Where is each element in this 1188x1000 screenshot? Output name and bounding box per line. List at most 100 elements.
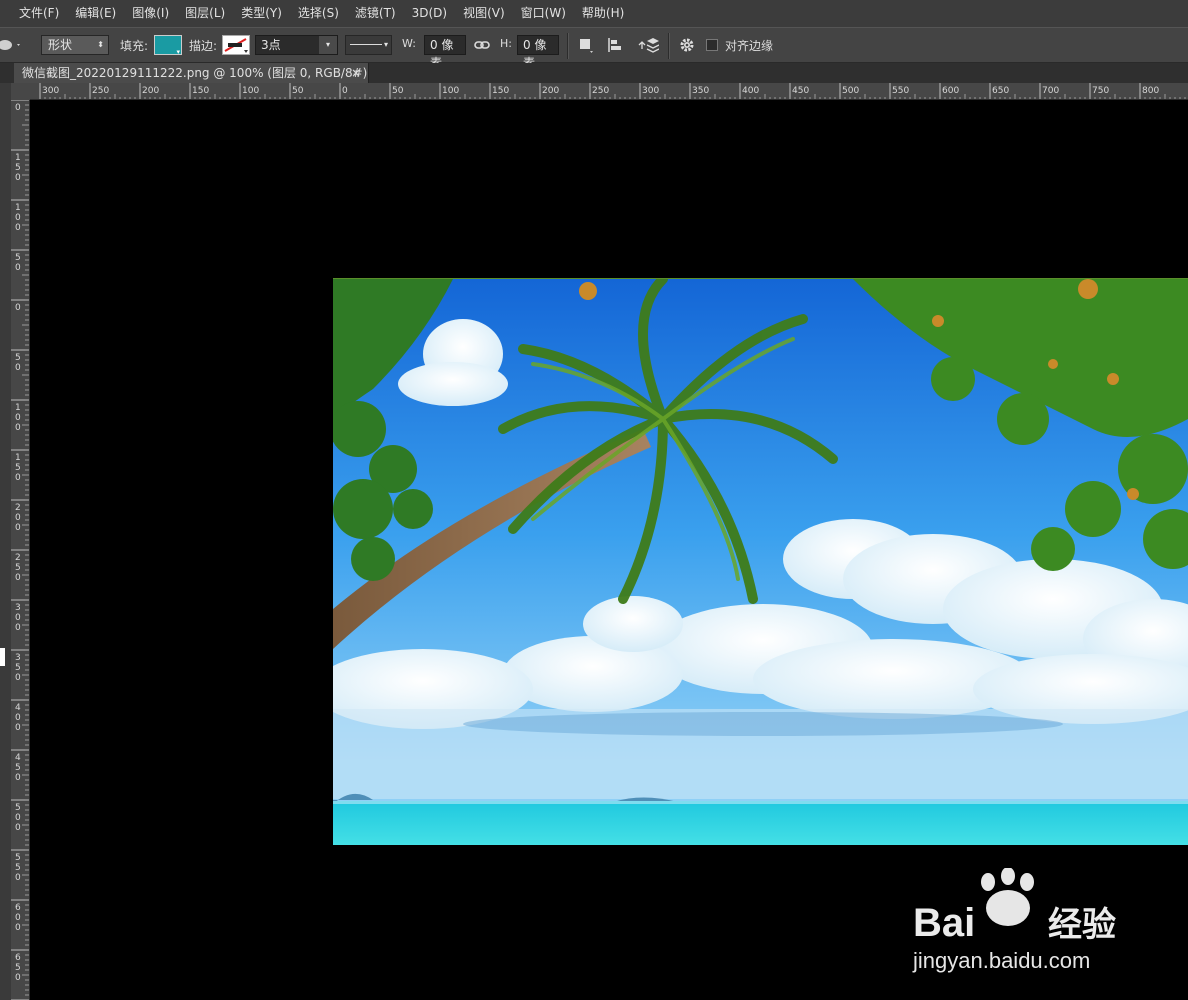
ruler-label-digit: 2 (15, 553, 21, 563)
close-icon[interactable]: × (351, 63, 361, 83)
ruler-label: 50 (292, 86, 304, 96)
ruler-label: 700 (1042, 86, 1059, 96)
stroke-width-field[interactable]: 3点 ▾ (255, 35, 338, 55)
baidu-paw-icon (981, 868, 1034, 926)
ruler-label: 100 (442, 86, 459, 96)
ellipse-tool-icon[interactable] (0, 38, 22, 52)
ruler-label-digit: 0 (15, 513, 21, 523)
menu-item[interactable]: 图像(I) (124, 0, 177, 27)
menu-bar: 文件(F) 编辑(E) 图像(I) 图层(L) 类型(Y) 选择(S) 滤镜(T) 3D(D)… (0, 0, 1188, 27)
tool-mode-select[interactable]: 形状 ⬍ (41, 35, 109, 55)
ruler-label: 150 (492, 86, 509, 96)
baidu-jingyan-watermark: Bai 经验 jingyan.baidu.com (912, 868, 1116, 973)
ruler-label: 200 (142, 86, 159, 96)
stroke-label: 描边: (189, 39, 218, 53)
baidu-brand-right: 经验 (1048, 905, 1116, 945)
ruler-label-digit: 0 (15, 263, 21, 273)
menu-item[interactable]: 类型(Y) (233, 0, 290, 27)
align-edges-label: 对齐边缘 (725, 39, 774, 53)
document-tab[interactable]: 微信截图_20220129111222.png @ 100% (图层 0, RG… (14, 63, 369, 83)
dropdown-arrow-icon: ▾ (383, 40, 388, 49)
ruler-label-digit: 3 (15, 603, 21, 613)
menu-item[interactable]: 编辑(E) (67, 0, 124, 27)
align-edges-checkbox[interactable] (706, 39, 718, 51)
ruler-label-digit: 0 (15, 673, 21, 683)
menu-item[interactable]: 滤镜(T) (347, 0, 404, 27)
ruler-label-digit: 5 (15, 853, 21, 863)
height-field[interactable]: 0 像素 (517, 35, 559, 70)
ruler-label: 200 (542, 86, 559, 96)
options-bar: 形状 ⬍ 填充: ▾ 描边: 3点 ▾ ▾ W: 0 像素 H: 0 像素 (0, 27, 1188, 70)
ruler-label-digit: 0 (15, 103, 21, 113)
ruler-label: 600 (942, 86, 959, 96)
link-icon[interactable] (473, 36, 491, 54)
line-style-icon (350, 44, 382, 45)
ruler-label: 750 (1092, 86, 1109, 96)
gear-icon[interactable] (678, 36, 696, 54)
ruler-label-digit: 5 (15, 863, 21, 873)
horizontal-ruler-ticks: 300 250 200 150 100 50 0 50 100 150 200 250 300 350 40… (39, 83, 1186, 99)
menu-item[interactable]: 图层(L) (177, 0, 233, 27)
ruler-corner (11, 83, 30, 100)
dropdown-arrow-icon[interactable]: ▾ (319, 36, 337, 54)
width-label: W: (402, 37, 416, 50)
ruler-label-digit: 0 (15, 423, 21, 433)
path-arrangement-icon[interactable] (637, 36, 659, 54)
tool-strip (0, 83, 11, 1000)
vertical-ruler: 0150100500501001502002503003504004505005… (11, 100, 30, 1000)
ruler-label-digit: 0 (15, 813, 21, 823)
ruler-label-digit: 0 (15, 773, 21, 783)
tool-handle[interactable] (0, 648, 5, 666)
menu-item[interactable]: 窗口(W) (513, 0, 574, 27)
dropdown-arrow-icon: ▾ (176, 48, 180, 56)
path-operations-icon[interactable] (577, 36, 595, 54)
ruler-label: 500 (842, 86, 859, 96)
width-field[interactable]: 0 像素 (424, 35, 466, 70)
ruler-label-digit: 0 (15, 973, 21, 983)
ruler-label-digit: 6 (15, 903, 21, 913)
beach-palm-image[interactable] (333, 278, 1188, 845)
height-label: H: (500, 37, 512, 50)
ruler-label-digit: 5 (15, 353, 21, 363)
ruler-label-digit: 5 (15, 563, 21, 573)
ruler-label: 650 (992, 86, 1009, 96)
menu-item[interactable]: 选择(S) (290, 0, 347, 27)
ruler-label-digit: 0 (15, 713, 21, 723)
fill-color-swatch[interactable]: ▾ (154, 35, 182, 56)
ruler-label-digit: 0 (15, 173, 21, 183)
menu-item[interactable]: 文件(F) (11, 0, 67, 27)
updown-icon: ⬍ (97, 40, 104, 49)
ruler-label-digit: 0 (15, 223, 21, 233)
ruler-label: 0 (342, 86, 348, 96)
ruler-label-digit: 1 (15, 153, 21, 163)
stroke-width-value: 3点 (261, 38, 281, 52)
ruler-label: 550 (892, 86, 909, 96)
ruler-label: 250 (592, 86, 609, 96)
menu-item[interactable]: 3D(D) (404, 0, 455, 27)
ruler-label-digit: 5 (15, 763, 21, 773)
baidu-url: jingyan.baidu.com (912, 948, 1090, 973)
ruler-label-digit: 5 (15, 803, 21, 813)
ruler-label: 300 (42, 86, 59, 96)
stroke-type-select[interactable]: ▾ (345, 35, 392, 55)
ruler-label-digit: 1 (15, 203, 21, 213)
ruler-label-digit: 5 (15, 963, 21, 973)
ruler-label-digit: 1 (15, 453, 21, 463)
ruler-label-digit: 4 (15, 703, 21, 713)
ruler-label-digit: 0 (15, 413, 21, 423)
path-alignment-icon[interactable] (606, 36, 624, 54)
vertical-ruler-ticks: 0150100500501001502002503003504004505005… (11, 100, 29, 1000)
ruler-label-digit: 0 (15, 303, 21, 313)
ruler-label-digit: 0 (15, 823, 21, 833)
stroke-color-swatch[interactable] (222, 35, 250, 55)
divider (668, 33, 670, 59)
menu-item[interactable]: 帮助(H) (574, 0, 632, 27)
menu-item[interactable]: 视图(V) (455, 0, 513, 27)
ruler-label-digit: 1 (15, 403, 21, 413)
ruler-label-digit: 5 (15, 253, 21, 263)
ruler-label-digit: 0 (15, 473, 21, 483)
ruler-label-digit: 0 (15, 523, 21, 533)
ruler-label: 300 (642, 86, 659, 96)
ruler-label: 800 (1142, 86, 1159, 96)
ruler-label-digit: 0 (15, 613, 21, 623)
